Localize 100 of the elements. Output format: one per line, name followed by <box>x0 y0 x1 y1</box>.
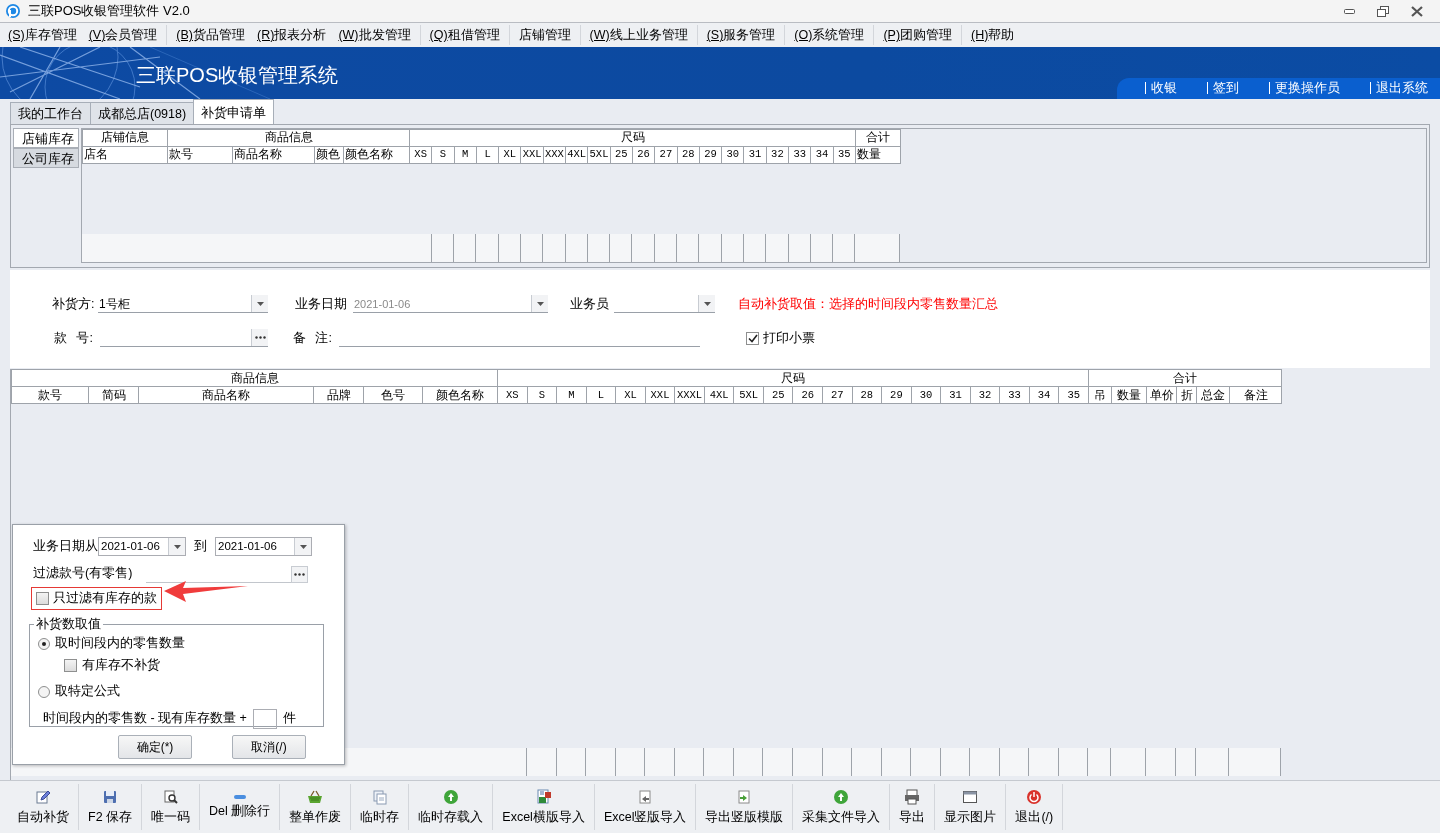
export-icon <box>736 789 753 806</box>
checkbox[interactable] <box>746 331 759 345</box>
radio-label: 取时间段内的零售数量 <box>55 635 185 653</box>
menu-item[interactable]: (P)团购管理 <box>877 24 963 45</box>
toolbar-button[interactable]: 导出 <box>890 784 936 831</box>
caret-icon <box>536 301 544 306</box>
checkbox[interactable] <box>36 591 49 605</box>
column-group-header: 店铺信息 <box>82 129 168 147</box>
toolbar-button[interactable]: 临时存 <box>351 784 410 831</box>
edit-icon <box>35 789 51 806</box>
toolbar-button[interactable]: 退出(/) <box>1006 784 1064 831</box>
menu-item[interactable]: (Q)租借管理 <box>423 24 510 45</box>
document-icon <box>371 789 388 806</box>
radio-button[interactable] <box>38 637 50 650</box>
input-field[interactable] <box>100 329 268 348</box>
toolbar-button[interactable]: F2 保存 <box>79 784 143 831</box>
tab[interactable]: 我的工作台 <box>10 101 91 124</box>
header-link[interactable]: 更换操作员 <box>1269 82 1340 95</box>
header-link[interactable]: 签到 <box>1207 82 1239 95</box>
menu-item[interactable]: 店铺管理 <box>512 24 581 45</box>
toolbar-button[interactable]: 显示图片 <box>935 784 1007 831</box>
more-icon <box>294 572 305 576</box>
date-field[interactable]: 2021-01-06 <box>98 537 186 556</box>
header-link[interactable]: 退出系统 <box>1370 82 1428 95</box>
side-tab[interactable]: 店铺库存 <box>13 127 79 148</box>
formula-text: 时间段内的零售数 - 现有库存数量 + <box>43 710 247 728</box>
menu-item[interactable]: (W)线上业务管理 <box>583 24 698 45</box>
banner-title: 三联POS收银管理系统 <box>136 62 339 86</box>
caret-icon <box>173 544 181 549</box>
column-group-header: 合计 <box>855 129 901 147</box>
checkbox-label: 打印小票 <box>763 330 815 348</box>
field-label: 业务日期 <box>295 296 348 314</box>
field-label: 款 号: <box>54 330 94 348</box>
column-group-header: 尺码 <box>409 129 856 147</box>
column-group-header: 尺码 <box>497 369 1089 387</box>
app-icon <box>6 4 20 18</box>
tab[interactable]: 补货申请单 <box>193 98 275 124</box>
check-icon <box>747 333 758 343</box>
caret-icon <box>299 544 307 549</box>
field-label: 业务员 <box>570 296 610 314</box>
save-icon <box>102 789 119 806</box>
toolbar-button[interactable]: Excel竖版导入 <box>594 784 697 831</box>
field-label: 过滤款号(有零售) <box>33 565 133 582</box>
printer-icon <box>904 789 921 806</box>
search-icon <box>162 789 179 806</box>
dropdown-field[interactable] <box>614 295 715 314</box>
toolbar-button[interactable]: 临时存载入 <box>409 784 494 831</box>
menu-item[interactable]: (B)货品管理 <box>170 24 251 45</box>
tab[interactable]: 成都总店(0918) <box>90 101 195 124</box>
menu-item[interactable]: (W)批发管理 <box>332 24 421 45</box>
window-icon <box>962 789 979 806</box>
menu-item[interactable]: (S)服务管理 <box>700 24 786 45</box>
field-label: 到 <box>194 538 207 556</box>
column-group-header: 商品信息 <box>167 129 410 147</box>
column-group-header: 合计 <box>1088 369 1282 387</box>
group-title: 补货数取值 <box>34 615 103 632</box>
window-title: 三联POS收银管理软件 V2.0 <box>28 2 190 21</box>
upload-icon <box>442 789 459 806</box>
toolbar-button[interactable]: 采集文件导入 <box>793 784 891 831</box>
import-icon <box>637 789 654 806</box>
checkbox-label: 只过滤有库存的款 <box>53 589 157 607</box>
number-field[interactable] <box>252 708 277 729</box>
spreadsheet-icon <box>535 789 552 806</box>
menu-item[interactable]: (V)会员管理 <box>82 24 168 45</box>
date-field[interactable]: 2021-01-06 <box>215 537 312 556</box>
dialog-button[interactable]: 确定(*) <box>118 734 192 759</box>
radio-button[interactable] <box>38 685 50 698</box>
toolbar-button[interactable]: 整单作废 <box>280 784 352 831</box>
menu-item[interactable]: (O)系统管理 <box>788 24 875 45</box>
toolbar-button[interactable]: 唯一码 <box>142 784 201 831</box>
notice-text: 自动补货取值：选择的时间段内零售数量汇总 <box>738 296 998 314</box>
caret-icon <box>256 301 264 306</box>
restore-icon <box>1377 5 1389 17</box>
checkbox-label: 有库存不补货 <box>82 657 160 675</box>
menu-item[interactable]: (R)报表分析 <box>251 24 333 45</box>
toolbar-button[interactable]: Del 删除行 <box>200 784 281 831</box>
header-link[interactable]: 收银 <box>1145 82 1177 95</box>
power-icon <box>1026 789 1043 806</box>
caret-icon <box>703 301 711 306</box>
radio-label: 取特定公式 <box>55 683 120 701</box>
browse-button[interactable] <box>291 565 308 583</box>
field-label: 业务日期从 <box>33 538 98 556</box>
menu-item[interactable]: (S)库存管理 <box>2 24 83 45</box>
close-icon <box>1411 5 1423 17</box>
side-tab[interactable]: 公司库存 <box>13 147 79 168</box>
basket-icon <box>307 789 324 806</box>
field-label: 补货方: <box>52 296 96 314</box>
menu-item[interactable]: (H)帮助 <box>965 24 1021 45</box>
upload-icon <box>833 789 850 806</box>
column-group-header: 商品信息 <box>11 369 498 387</box>
toolbar-button[interactable]: 自动补货 <box>8 784 79 831</box>
toolbar-button[interactable]: 导出竖版模版 <box>696 784 794 831</box>
checkbox[interactable] <box>64 659 77 672</box>
toolbar-button[interactable]: Excel横版导入 <box>493 784 595 831</box>
more-icon <box>254 336 266 340</box>
dialog-button[interactable]: 取消(/) <box>232 734 306 759</box>
unit-label: 件 <box>282 710 296 728</box>
minus-icon <box>233 795 246 800</box>
minimize-icon <box>1343 8 1355 14</box>
dropdown-field[interactable]: 1号柜 <box>98 295 268 314</box>
